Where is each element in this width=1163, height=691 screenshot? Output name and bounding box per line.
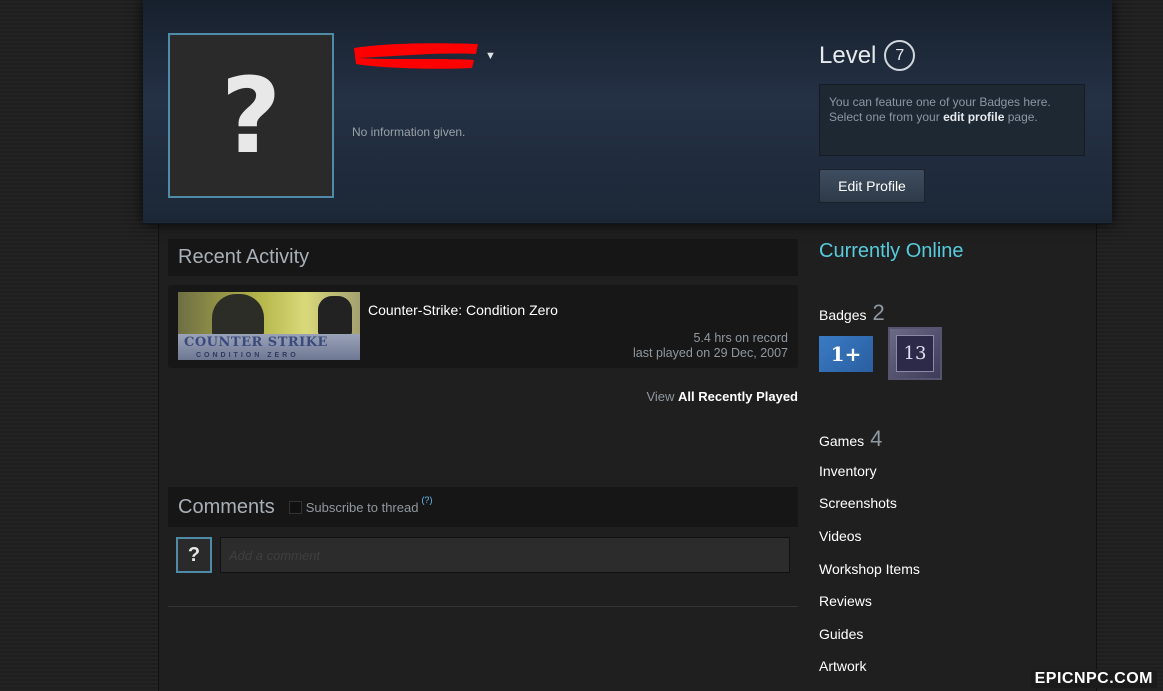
comments-title: Comments [178,495,275,518]
recent-activity-title: Recent Activity [178,246,310,268]
default-avatar-question-icon: ? [220,54,282,177]
sidebar-link-screenshots[interactable]: Screenshots [819,495,897,511]
subscribe-checkbox[interactable] [288,500,302,514]
game-logo-subtitle: CONDITION ZERO [196,352,299,359]
game-last-played: last played on 29 Dec, 2007 [633,346,788,360]
badge-hint-line1: You can feature one of your Badges here. [829,95,1051,109]
badges-link[interactable]: Badges 2 [819,300,885,326]
default-avatar-question-icon: ? [187,543,201,566]
online-status: Currently Online [819,240,964,262]
profile-header: ? ▼ No information given. Level 7 You ca… [143,0,1112,224]
thumb-soldier-figure [212,294,264,338]
subscribe-to-thread[interactable]: Subscribe to thread (?) [288,495,432,515]
site-watermark: EPICNPC.COM [1030,670,1157,688]
sidebar-link-guides[interactable]: Guides [819,626,863,642]
featured-badge-placeholder: You can feature one of your Badges here.… [819,84,1085,156]
game-capsule-image[interactable]: COUNTER STRIKE CONDITION ZERO [178,292,360,360]
level-label: Level [819,41,877,69]
game-name-link[interactable]: Counter-Strike: Condition Zero [368,302,558,318]
profile-avatar[interactable]: ? [168,33,334,198]
subscribe-help-link[interactable]: (?) [421,495,432,505]
games-link[interactable]: Games 4 [819,426,882,452]
sidebar-link-workshop-items[interactable]: Workshop Items [819,561,920,577]
redacted-username-scribble [354,43,478,69]
recent-activity-header: Recent Activity [168,239,798,276]
comments-divider [168,606,798,607]
sidebar-link-videos[interactable]: Videos [819,528,862,544]
page-background-left [0,0,158,691]
comments-header: Comments Subscribe to thread (?) [168,487,798,527]
game-hours-on-record: 5.4 hrs on record [693,331,789,345]
games-count: 4 [870,426,883,451]
add-comment-input[interactable] [220,537,790,573]
edit-profile-link[interactable]: edit profile [943,110,1004,124]
level-badge[interactable]: 7 [884,40,916,71]
badge-icon-level-13[interactable]: 13 [888,327,942,380]
edit-profile-button[interactable]: Edit Profile [819,169,925,203]
view-all-recently-played-link[interactable]: View All Recently Played [646,389,798,404]
commenter-avatar: ? [176,537,212,573]
badge-hint-line2: Select one from your edit profile page. [829,110,1038,124]
subscribe-label[interactable]: Subscribe to thread [306,500,419,515]
badge-icon-years-of-service[interactable]: 1+ [819,336,873,372]
game-logo-text: COUNTER STRIKE [184,335,328,350]
profile-summary: No information given. [352,125,466,139]
sidebar-link-inventory[interactable]: Inventory [819,463,877,479]
sidebar-link-artwork[interactable]: Artwork [819,658,866,674]
name-dropdown-caret-icon[interactable]: ▼ [485,50,496,62]
thumb-soldier-figure [318,296,352,336]
sidebar-link-reviews[interactable]: Reviews [819,593,872,609]
recent-game-card[interactable]: COUNTER STRIKE CONDITION ZERO Counter-St… [168,285,798,368]
badges-count: 2 [872,300,885,325]
level-display: Level 7 [819,40,916,71]
